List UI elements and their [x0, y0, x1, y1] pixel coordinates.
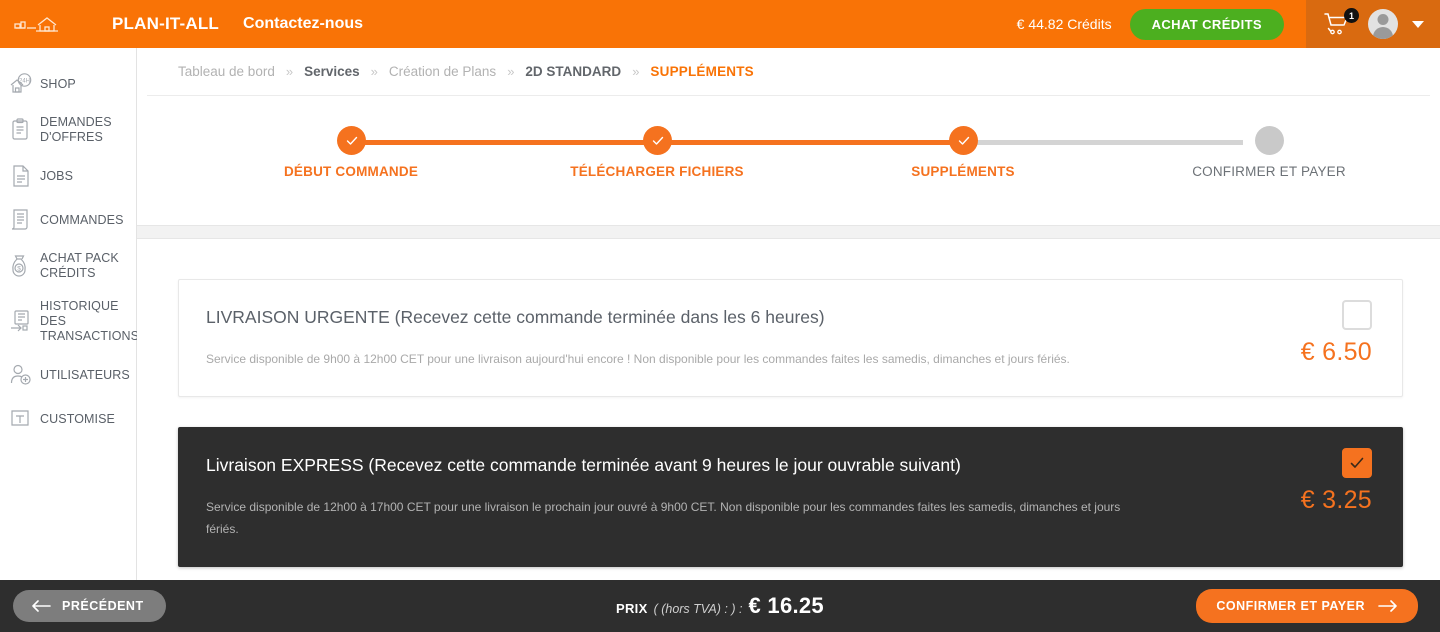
sidebar-item-achat-pack-credits[interactable]: $ ACHAT PACK CRÉDITS	[0, 242, 136, 290]
svg-text:24H: 24H	[19, 79, 30, 85]
brand-name: PLAN-IT-ALL	[112, 14, 220, 33]
check-icon	[958, 136, 969, 145]
sidebar-item-label: DEMANDES D'OFFRES	[40, 115, 112, 144]
bottom-action-bar: PRÉCÉDENT PRIX ( (hors TVA) : ) : € 16.2…	[0, 580, 1440, 632]
avatar-head	[1377, 14, 1389, 25]
breadcrumb-item-services[interactable]: Services	[304, 64, 360, 79]
price-summary: PRIX ( (hors TVA) : ) : € 16.25	[616, 593, 824, 619]
document-icon	[8, 163, 34, 189]
breadcrumb-item-tableau-de-bord[interactable]: Tableau de bord	[178, 64, 275, 79]
add-user-icon	[8, 362, 34, 388]
sidebar-item-utilisateurs[interactable]: UTILISATEURS	[0, 353, 136, 397]
sidebar-item-label: JOBS	[40, 168, 74, 183]
sidebar-item-commandes[interactable]: COMMANDES	[0, 198, 136, 242]
step-label: CONFIRMER ET PAYER	[1192, 164, 1346, 179]
check-icon	[652, 136, 663, 145]
previous-button-label: PRÉCÉDENT	[62, 599, 144, 613]
sidebar-item-customise[interactable]: CUSTOMISE	[0, 397, 136, 441]
step-label: DÉBUT COMMANDE	[283, 164, 419, 179]
clipboard-icon	[8, 117, 34, 143]
option-checkbox-unchecked[interactable]	[1342, 300, 1372, 330]
step-dot-done[interactable]	[337, 126, 366, 155]
sidebar-item-label: ACHAT PACK CRÉDITS	[40, 251, 119, 280]
stepper-panel: DÉBUT COMMANDE TÉLÉCHARGER FICHIERS SUPP…	[147, 95, 1430, 225]
avatar[interactable]	[1368, 9, 1398, 39]
section-divider	[137, 225, 1440, 239]
option-title: LIVRAISON URGENTE (Recevez cette command…	[206, 307, 825, 327]
transaction-history-icon	[8, 309, 34, 335]
step-label: TÉLÉCHARGER FICHIERS	[570, 164, 744, 179]
option-description: Service disponible de 12h00 à 17h00 CET …	[206, 500, 1121, 536]
breadcrumb-separator: »	[507, 64, 515, 79]
sidebar-item-historique-des-transactions[interactable]: HISTORIQUE DES TRANSACTIONS	[0, 290, 140, 353]
sidebar-item-label: HISTORIQUE DES TRANSACTIONS	[40, 299, 140, 343]
breadcrumb-separator: »	[285, 64, 294, 79]
sidebar-item-label: COMMANDES	[40, 212, 124, 227]
step-dot-done[interactable]	[949, 126, 978, 155]
sidebar-item-label: UTILISATEURS	[40, 367, 130, 382]
option-price: € 6.50	[1300, 338, 1372, 366]
money-bag-icon: $	[8, 253, 34, 279]
option-card-livraison-express[interactable]: Livraison EXPRESS (Recevez cette command…	[178, 427, 1403, 567]
price-value: € 16.25	[748, 593, 824, 618]
sidebar-item-label: SHOP	[40, 76, 76, 91]
step-dot-done[interactable]	[643, 126, 672, 155]
price-label: PRIX	[616, 601, 648, 616]
avatar-body	[1373, 27, 1393, 39]
breadcrumb-item-2d-standard[interactable]: 2D STANDARD	[525, 64, 621, 79]
chevron-down-icon[interactable]	[1412, 20, 1424, 28]
header-account-area: 1	[1306, 0, 1440, 48]
top-header: PLAN-IT-ALL Contactez-nous € 44.82 Crédi…	[0, 0, 1440, 48]
option-title: Livraison EXPRESS (Recevez cette command…	[206, 455, 961, 475]
main-content: Tableau de bord » Services » Création de…	[137, 48, 1440, 632]
credits-balance: € 44.82 Crédits	[1016, 16, 1112, 32]
page-root: PLAN-IT-ALL Contactez-nous € 44.82 Crédi…	[0, 0, 1440, 632]
breadcrumb-separator: »	[370, 64, 378, 79]
step-dot-pending[interactable]	[1255, 126, 1284, 155]
buy-credits-button[interactable]: ACHAT CRÉDITS	[1129, 8, 1284, 40]
contact-link[interactable]: Contactez-nous	[243, 15, 363, 33]
arrow-right-icon	[1378, 600, 1397, 612]
step-label: SUPPLÉMENTS	[911, 164, 1015, 179]
house-blueprint-icon	[14, 17, 58, 32]
confirm-and-pay-button[interactable]: CONFIRMER ET PAYER	[1196, 589, 1418, 623]
previous-button[interactable]: PRÉCÉDENT	[13, 590, 166, 622]
cart-button[interactable]: 1	[1324, 8, 1359, 37]
orders-list-icon	[8, 207, 34, 233]
confirm-button-label: CONFIRMER ET PAYER	[1216, 599, 1365, 613]
option-price: € 3.25	[1300, 486, 1372, 514]
price-tax-note: ( (hors TVA) : ) :	[653, 602, 743, 616]
progress-stepper: DÉBUT COMMANDE TÉLÉCHARGER FICHIERS SUPP…	[284, 126, 1346, 206]
customise-icon	[8, 406, 34, 432]
sidebar-item-shop[interactable]: 24H SHOP	[0, 62, 136, 106]
cart-count-badge: 1	[1344, 8, 1359, 23]
option-card-livraison-urgente[interactable]: LIVRAISON URGENTE (Recevez cette command…	[178, 279, 1403, 397]
breadcrumb-item-supplements: SUPPLÉMENTS	[650, 64, 754, 79]
check-icon	[1350, 457, 1364, 468]
logo[interactable]	[0, 11, 84, 37]
sidebar-item-demandes-doffres[interactable]: DEMANDES D'OFFRES	[0, 106, 136, 154]
sidebar-item-jobs[interactable]: JOBS	[0, 154, 136, 198]
shop-24h-icon: 24H	[8, 71, 34, 97]
option-description: Service disponible de 9h00 à 12h00 CET p…	[206, 352, 1070, 366]
option-checkbox-checked[interactable]	[1342, 448, 1372, 478]
breadcrumb-item-creation-de-plans[interactable]: Création de Plans	[389, 64, 496, 79]
supplements-options-list: LIVRAISON URGENTE (Recevez cette command…	[137, 239, 1440, 567]
breadcrumb-separator: »	[632, 64, 640, 79]
breadcrumb: Tableau de bord » Services » Création de…	[137, 48, 1440, 95]
check-icon	[346, 136, 357, 145]
arrow-left-icon	[32, 600, 51, 612]
sidebar-item-label: CUSTOMISE	[40, 411, 115, 426]
sidebar: 24H SHOP DEMANDES D'OFFRES JOBS COMMANDE…	[0, 48, 140, 632]
svg-text:$: $	[17, 266, 21, 273]
